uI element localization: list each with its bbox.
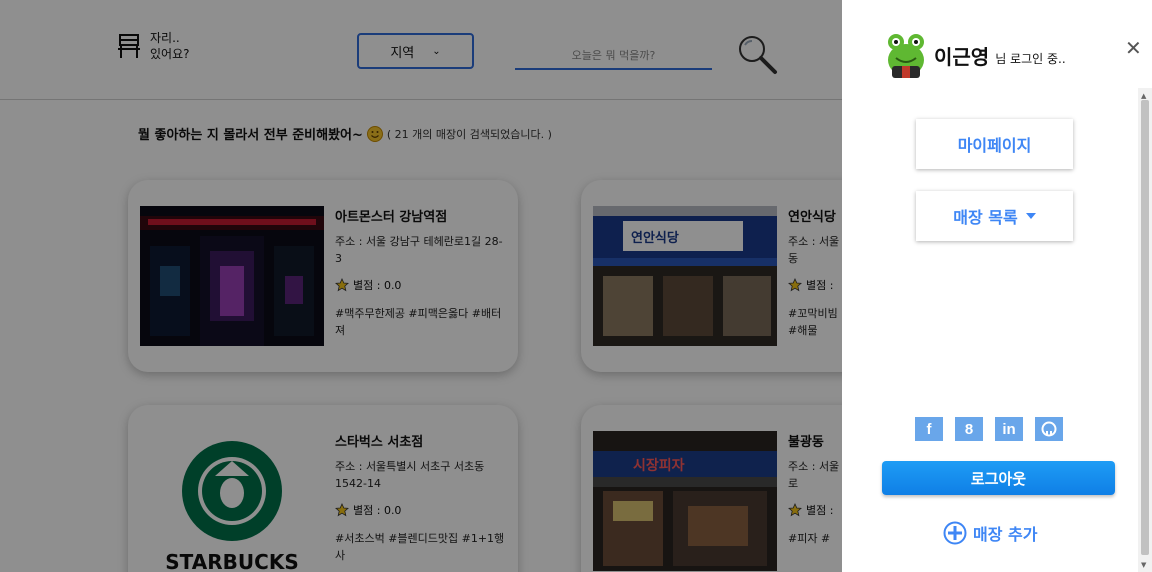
store-address: 주소 : 서울특별시 서초구 서초동 1542-14	[335, 460, 485, 490]
store-address-line1: 주소 : 서울	[788, 460, 840, 473]
linkedin-icon[interactable]: in	[995, 417, 1023, 441]
store-tags: #맥주무한제공 #피맥은옳다 #배터져	[335, 307, 502, 337]
store-image-yeonan: 연안식당	[593, 206, 777, 346]
star-icon	[788, 278, 802, 292]
google-plus-icon[interactable]: 8	[955, 417, 983, 441]
region-select[interactable]: 지역 ⌄	[357, 33, 474, 69]
store-rating-text: 별점 :	[806, 279, 834, 292]
store-list-label: 매장 목록	[953, 208, 1018, 227]
login-status: 님 로그인 중..	[995, 51, 1066, 66]
logout-label: 로그아웃	[970, 469, 1027, 488]
sign-text: 연안식당	[631, 230, 679, 246]
scroll-up-arrow-icon[interactable]: ▲	[1141, 92, 1146, 100]
notice-message: 뭘 좋아하는 지 몰라서 전부 준비해봤어~	[138, 128, 363, 143]
store-address-line2: 로	[788, 477, 799, 490]
store-tags: #꼬막비빔 #해물	[788, 305, 842, 339]
star-icon	[335, 503, 349, 517]
store-rating: 별점 : 0.0	[335, 277, 505, 293]
header: 자리.. 있어요? 지역 ⌄	[0, 0, 842, 100]
store-image-bulgwang: 시장피자	[593, 431, 777, 571]
plus-circle-icon	[943, 521, 967, 545]
store-card[interactable]: 연안식당 연안식당 주소 : 서울동 별점 : #꼬막비빔 #해물	[581, 180, 842, 372]
smile-emoji-icon	[366, 125, 383, 142]
search-input[interactable]	[515, 42, 712, 70]
store-tags: #서초스벅 #블렌디드맛집 #1+1행사	[335, 532, 505, 562]
store-rating: 별점 :	[788, 502, 842, 518]
star-icon	[335, 278, 349, 292]
chevron-down-icon: ⌄	[432, 45, 441, 57]
store-image-starbucks: STARBUCKS	[140, 431, 324, 571]
store-info: 스타벅스 서초점 주소 : 서울특별시 서초구 서초동 1542-14 별점 :…	[335, 431, 505, 564]
header-divider	[0, 99, 842, 100]
store-info: 연안식당 주소 : 서울동 별점 : #꼬막비빔 #해물	[788, 206, 842, 339]
store-tags-line2: #해물	[788, 324, 818, 337]
store-info: 불광동 주소 : 서울로 별점 : #피자 #	[788, 431, 842, 547]
user-info: 이근영 님 로그인 중..	[884, 30, 1066, 80]
store-card[interactable]: STARBUCKS 스타벅스 서초점 주소 : 서울특별시 서초구 서초동 15…	[128, 405, 518, 572]
mypage-button[interactable]: 마이페이지	[916, 119, 1073, 169]
store-image-artmonster	[140, 206, 324, 346]
logo[interactable]: 자리.. 있어요?	[118, 30, 190, 62]
search-notice: 뭘 좋아하는 지 몰라서 전부 준비해봤어~ ( 21 개의 매장이 검색되었습…	[138, 124, 552, 143]
store-address: 주소 : 서울동	[788, 233, 842, 267]
store-rating-text: 별점 : 0.0	[353, 504, 402, 517]
user-name: 이근영	[934, 44, 990, 69]
star-icon	[788, 503, 802, 517]
store-name[interactable]: 아트몬스터 강남역점	[335, 206, 505, 225]
side-panel: 이근영 님 로그인 중.. ✕ 마이페이지 매장 목록 f 8 in 로그아웃 …	[842, 0, 1152, 572]
region-select-value: 지역	[390, 45, 415, 61]
add-store-label: 매장 추가	[973, 525, 1038, 544]
logout-button[interactable]: 로그아웃	[882, 461, 1115, 495]
store-name[interactable]: 불광동	[788, 431, 842, 450]
store-rating-text: 별점 : 0.0	[353, 279, 402, 292]
logo-line1: 자리..	[150, 31, 180, 45]
result-count: ( 21 개의 매장이 검색되었습니다. )	[386, 127, 552, 141]
facebook-icon[interactable]: f	[915, 417, 943, 441]
logo-line2: 있어요?	[150, 47, 190, 61]
scrollbar-thumb[interactable]	[1141, 100, 1149, 555]
social-links: f 8 in	[915, 417, 1063, 441]
github-icon[interactable]	[1035, 417, 1063, 441]
store-tags: #피자 #	[788, 532, 831, 545]
github-glyph	[1041, 421, 1057, 437]
store-rating-text: 별점 :	[806, 504, 834, 517]
chair-icon	[118, 34, 140, 58]
store-name[interactable]: 연안식당	[788, 206, 842, 225]
mypage-label: 마이페이지	[957, 136, 1032, 155]
starbucks-wordmark: STARBUCKS	[165, 550, 298, 571]
search-icon[interactable]	[735, 32, 779, 76]
store-tags-line1: #꼬막비빔	[788, 307, 838, 320]
store-rating: 별점 : 0.0	[335, 502, 505, 518]
store-address: 주소 : 서울로	[788, 458, 842, 492]
store-name[interactable]: 스타벅스 서초점	[335, 431, 505, 450]
store-address: 주소 : 서울 강남구 테헤란로1길 28-3	[335, 235, 503, 265]
frog-avatar-icon	[888, 34, 924, 78]
add-store-button[interactable]: 매장 추가	[943, 521, 1037, 545]
store-list-button[interactable]: 매장 목록	[916, 191, 1073, 241]
main-page: 자리.. 있어요? 지역 ⌄ 뭘 좋아하는 지 몰라서 전부 준비해봤어~ ( …	[0, 0, 842, 572]
store-card[interactable]: 아트몬스터 강남역점 주소 : 서울 강남구 테헤란로1길 28-3 별점 : …	[128, 180, 518, 372]
caret-down-icon	[1025, 213, 1036, 219]
store-address-line2: 동	[788, 252, 799, 265]
store-info: 아트몬스터 강남역점 주소 : 서울 강남구 테헤란로1길 28-3 별점 : …	[335, 206, 505, 339]
logo-text: 자리.. 있어요?	[150, 30, 190, 62]
store-card[interactable]: 시장피자 불광동 주소 : 서울로 별점 : #피자 #	[581, 405, 842, 572]
store-address-line1: 주소 : 서울	[788, 235, 840, 248]
scroll-down-arrow-icon[interactable]: ▼	[1141, 561, 1146, 569]
store-rating: 별점 :	[788, 277, 842, 293]
market-sign-text: 시장피자	[633, 457, 685, 474]
close-icon[interactable]: ✕	[1125, 38, 1142, 58]
